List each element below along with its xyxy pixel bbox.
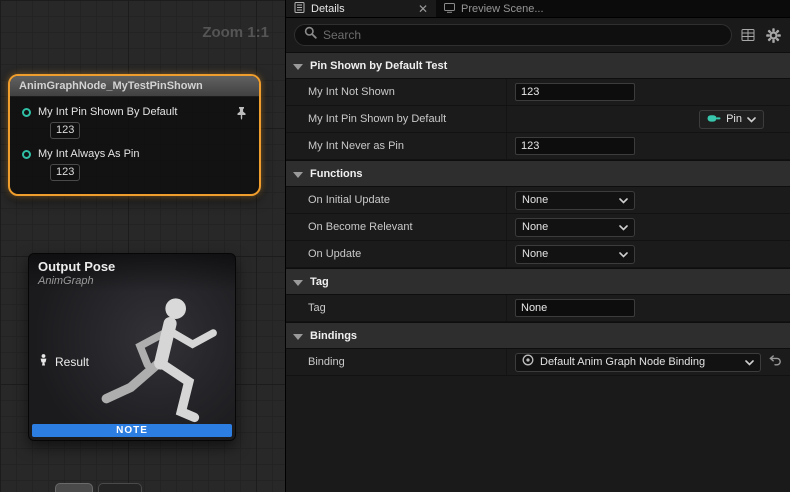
node-title: Output Pose (38, 259, 226, 274)
search-bar (286, 18, 790, 52)
tab-bar: Details ✕ Preview Scene... (286, 0, 790, 18)
zoom-level-label: Zoom 1:1 (202, 24, 269, 41)
property-list: Pin Shown by Default Test My Int Not Sho… (286, 52, 790, 492)
details-panel: Details ✕ Preview Scene... (286, 0, 790, 492)
property-value: None (506, 214, 790, 240)
property-value (506, 133, 790, 159)
search-icon (304, 26, 317, 44)
on-update-dropdown[interactable]: None (515, 245, 635, 264)
property-value (506, 79, 790, 105)
pin-row: My Int Always As Pin 123 (10, 148, 259, 181)
chevron-down-icon (293, 165, 303, 183)
chevron-down-icon (293, 273, 303, 291)
node-header: Output Pose AnimGraph (29, 254, 235, 292)
search-box[interactable] (294, 24, 732, 46)
my-int-not-shown-input[interactable] (515, 83, 635, 101)
close-icon[interactable]: ✕ (418, 3, 428, 15)
section-title: Bindings (310, 330, 357, 342)
property-value: None (506, 241, 790, 267)
binding-icon (522, 353, 534, 371)
property-row-on-update: On Update None (286, 241, 790, 268)
section-functions[interactable]: Functions (286, 160, 790, 187)
dropdown-value: None (522, 248, 548, 260)
section-title: Pin Shown by Default Test (310, 60, 447, 72)
property-value: Default Anim Graph Node Binding (506, 349, 790, 375)
my-int-never-as-pin-input[interactable] (515, 137, 635, 155)
app-window: Zoom 1:1 AnimGraphNode_MyTestPinShown My… (0, 0, 790, 492)
property-value: None (506, 187, 790, 213)
output-pose-node[interactable]: Output Pose AnimGraph Result NOTE (28, 253, 236, 441)
tab-preview-scene[interactable]: Preview Scene... (436, 0, 552, 17)
settings-gear-icon[interactable] (764, 26, 782, 44)
mannequin-preview-image (81, 288, 231, 438)
anim-graph-test-node[interactable]: AnimGraphNode_MyTestPinShown My Int Pin … (8, 74, 261, 196)
property-value (506, 295, 790, 321)
partial-node[interactable] (98, 483, 142, 492)
note-banner[interactable]: NOTE (32, 424, 232, 437)
tag-input[interactable] (515, 299, 635, 317)
pin-value-box[interactable]: 123 (50, 122, 80, 139)
property-label: Tag (286, 302, 506, 314)
partial-node[interactable] (55, 483, 93, 492)
section-bindings[interactable]: Bindings (286, 322, 790, 349)
chevron-down-icon (619, 245, 628, 263)
section-title: Tag (310, 276, 329, 288)
chevron-down-icon (745, 353, 754, 371)
tab-details-label: Details (311, 3, 345, 15)
node-title: AnimGraphNode_MyTestPinShown (10, 76, 259, 97)
property-label: My Int Not Shown (286, 86, 506, 98)
property-row-tag: Tag (286, 295, 790, 322)
chevron-down-icon (293, 57, 303, 75)
pin-visibility-dropdown[interactable]: Pin (699, 110, 764, 129)
binding-dropdown[interactable]: Default Anim Graph Node Binding (515, 353, 761, 372)
pose-pin-icon[interactable] (38, 353, 49, 371)
section-tag[interactable]: Tag (286, 268, 790, 295)
dropdown-value: None (522, 221, 548, 233)
int-pin-icon[interactable] (22, 150, 31, 159)
chevron-down-icon (293, 327, 303, 345)
property-row-my-int-pin-shown-by-default: My Int Pin Shown by Default Pin (286, 106, 790, 133)
result-pin-label: Result (55, 355, 89, 369)
property-label: On Initial Update (286, 194, 506, 206)
section-pin-shown-by-default-test[interactable]: Pin Shown by Default Test (286, 52, 790, 79)
thumbtack-icon[interactable] (236, 107, 247, 125)
property-label: My Int Pin Shown by Default (286, 113, 506, 125)
search-input[interactable] (323, 28, 722, 42)
property-value: Pin (506, 106, 790, 132)
details-tab-icon (294, 0, 305, 18)
property-row-my-int-not-shown: My Int Not Shown (286, 79, 790, 106)
property-row-my-int-never-as-pin: My Int Never as Pin (286, 133, 790, 160)
tab-details[interactable]: Details ✕ (286, 0, 436, 17)
pin-dropdown-value: Pin (726, 113, 742, 125)
pin-value-box[interactable]: 123 (50, 164, 80, 181)
on-initial-update-dropdown[interactable]: None (515, 191, 635, 210)
node-body: My Int Pin Shown By Default 123 My Int A… (10, 97, 259, 194)
dropdown-value: None (522, 194, 548, 206)
tab-preview-label: Preview Scene... (461, 3, 544, 15)
pin-icon (707, 110, 721, 128)
property-row-on-initial-update: On Initial Update None (286, 187, 790, 214)
binding-dropdown-value: Default Anim Graph Node Binding (540, 356, 739, 368)
property-row-binding: Binding Default Anim Graph Node Binding (286, 349, 790, 376)
int-pin-icon[interactable] (22, 108, 31, 117)
property-label: Binding (286, 356, 506, 368)
display-filters-icon[interactable] (739, 26, 757, 44)
pin-row: My Int Pin Shown By Default 123 (10, 106, 259, 139)
anim-graph-canvas[interactable]: Zoom 1:1 AnimGraphNode_MyTestPinShown My… (0, 0, 286, 492)
section-title: Functions (310, 168, 363, 180)
result-pin-row: Result (38, 353, 89, 371)
pin-label: My Int Always As Pin (38, 148, 139, 160)
property-label: On Become Relevant (286, 221, 506, 233)
property-row-on-become-relevant: On Become Relevant None (286, 214, 790, 241)
pin-label: My Int Pin Shown By Default (38, 106, 177, 118)
on-become-relevant-dropdown[interactable]: None (515, 218, 635, 237)
chevron-down-icon (747, 110, 756, 128)
property-label: On Update (286, 248, 506, 260)
property-label: My Int Never as Pin (286, 140, 506, 152)
chevron-down-icon (619, 218, 628, 236)
node-subtitle: AnimGraph (38, 275, 226, 287)
reset-to-default-icon[interactable] (769, 353, 782, 371)
preview-scene-tab-icon (444, 0, 455, 18)
chevron-down-icon (619, 191, 628, 209)
